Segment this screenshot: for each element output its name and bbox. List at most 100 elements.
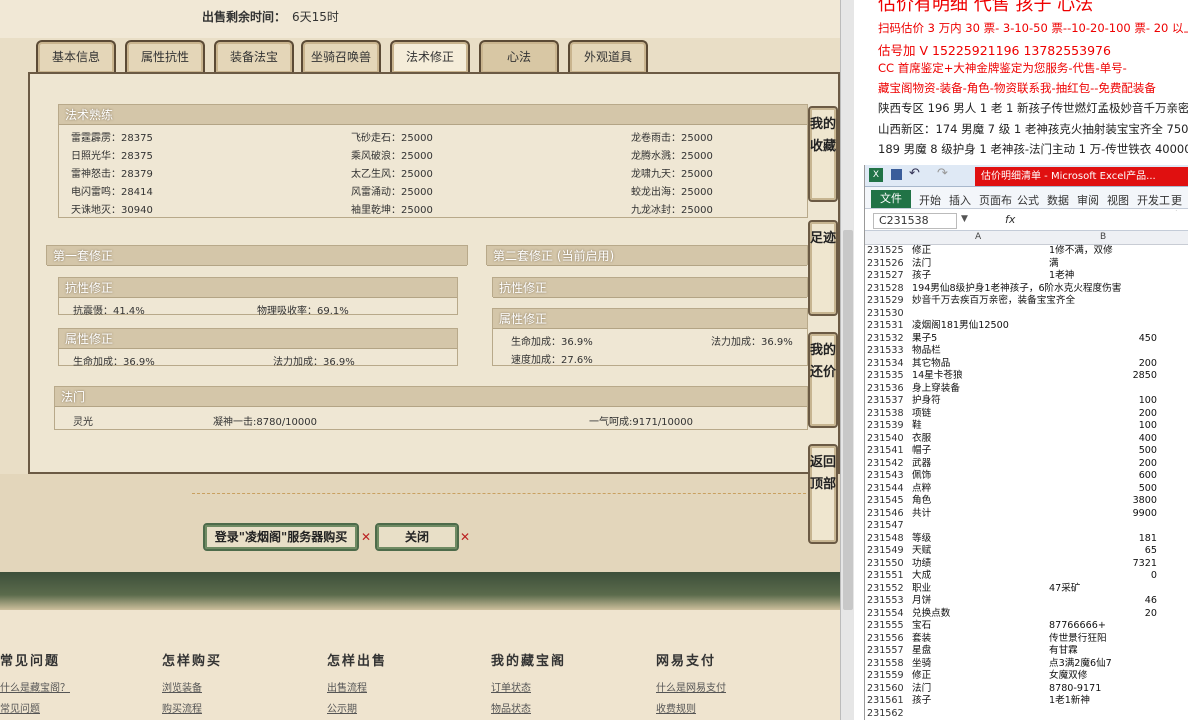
cell-b[interactable]: 1老1新神 <box>1049 695 1157 706</box>
tab-equipment[interactable]: 装备法宝 <box>214 40 294 73</box>
cell-b[interactable]: 87766666+ <box>1049 620 1157 631</box>
footer-link[interactable]: 购买流程 <box>162 700 222 715</box>
row-number[interactable]: 231544 <box>867 483 909 494</box>
cell-b[interactable]: 1修不满，双修 <box>1049 245 1157 256</box>
cell-a[interactable]: 修正 <box>912 670 931 681</box>
ribbon-tab-developer[interactable]: 开发工 <box>1137 192 1170 208</box>
tab-basic-info[interactable]: 基本信息 <box>36 40 116 73</box>
cell-b[interactable]: 181 <box>1049 533 1157 544</box>
row-number[interactable]: 231552 <box>867 583 909 594</box>
cell-a[interactable]: 14星卡苍狼 <box>912 370 963 381</box>
cell-b[interactable]: 20 <box>1049 608 1157 619</box>
fx-icon[interactable]: fx <box>1005 213 1015 226</box>
cell-b[interactable]: 500 <box>1049 483 1157 494</box>
ribbon-tab-page-layout[interactable]: 页面布 <box>979 192 1012 208</box>
cell-a[interactable]: 物品栏 <box>912 345 941 356</box>
my-favorites-button[interactable]: 我的收藏 <box>808 106 838 202</box>
vertical-scrollbar[interactable] <box>840 0 854 720</box>
cell-a[interactable]: 果子5 <box>912 333 937 344</box>
row-number[interactable]: 231528 <box>867 283 909 294</box>
cell-a[interactable]: 凌烟阁181男仙12500 <box>912 320 1009 331</box>
cell-a[interactable]: 角色 <box>912 495 931 506</box>
cell-a[interactable]: 妙音千万去疾百万亲密，装备宝宝齐全 <box>912 295 1075 306</box>
cell-a[interactable]: 身上穿装备 <box>912 383 960 394</box>
cell-a[interactable]: 共计 <box>912 508 931 519</box>
row-number[interactable]: 231546 <box>867 508 909 519</box>
ribbon-tab-view[interactable]: 视图 <box>1107 192 1129 208</box>
row-number[interactable]: 231545 <box>867 495 909 506</box>
ribbon-tab-formulas[interactable]: 公式 <box>1017 192 1039 208</box>
tab-spell-correction[interactable]: 法术修正 <box>390 40 470 73</box>
row-number[interactable]: 231555 <box>867 620 909 631</box>
row-number[interactable]: 231543 <box>867 470 909 481</box>
cell-b[interactable]: 450 <box>1049 333 1157 344</box>
cell-b[interactable]: 有甘霖 <box>1049 645 1157 656</box>
cell-a[interactable]: 等级 <box>912 533 931 544</box>
cell-a[interactable]: 鞋 <box>912 420 922 431</box>
cell-b[interactable]: 9900 <box>1049 508 1157 519</box>
cell-a[interactable]: 宝石 <box>912 620 931 631</box>
cell-a[interactable]: 法门 <box>912 258 931 269</box>
row-number[interactable]: 231561 <box>867 695 909 706</box>
ribbon-tab-home[interactable]: 开始 <box>919 192 941 208</box>
cell-a[interactable]: 兑换点数 <box>912 608 950 619</box>
cell-a[interactable]: 修正 <box>912 245 931 256</box>
row-number[interactable]: 231526 <box>867 258 909 269</box>
close-button[interactable]: 关闭 <box>375 523 459 551</box>
cell-b[interactable]: 100 <box>1049 420 1157 431</box>
row-number[interactable]: 231541 <box>867 445 909 456</box>
cell-b[interactable]: 0 <box>1049 570 1157 581</box>
row-number[interactable]: 231542 <box>867 458 909 469</box>
cell-b[interactable]: 46 <box>1049 595 1157 606</box>
cell-a[interactable]: 孩子 <box>912 695 931 706</box>
cell-a[interactable]: 项链 <box>912 408 931 419</box>
cell-b[interactable]: 500 <box>1049 445 1157 456</box>
my-bargain-button[interactable]: 我的还价 <box>808 332 838 428</box>
footer-link[interactable]: 收费规则 <box>656 700 726 715</box>
cell-a[interactable]: 衣服 <box>912 433 931 444</box>
cell-b[interactable]: 传世景行狂阳 <box>1049 633 1157 644</box>
row-number[interactable]: 231547 <box>867 520 909 531</box>
cell-b[interactable]: 200 <box>1049 358 1157 369</box>
cell-b[interactable]: 8780-9171 <box>1049 683 1157 694</box>
row-number[interactable]: 231540 <box>867 433 909 444</box>
back-to-top-button[interactable]: 返回顶部 <box>808 444 838 544</box>
cell-a[interactable]: 护身符 <box>912 395 941 406</box>
row-number[interactable]: 231532 <box>867 333 909 344</box>
cell-b[interactable]: 47采矿 <box>1049 583 1157 594</box>
file-tab[interactable]: 文件 <box>871 190 911 208</box>
row-number[interactable]: 231558 <box>867 658 909 669</box>
row-number[interactable]: 231551 <box>867 570 909 581</box>
footer-link[interactable]: 出售流程 <box>327 679 387 694</box>
cell-a[interactable]: 佩饰 <box>912 470 931 481</box>
cell-a[interactable]: 194男仙8级护身1老神孩子，6阶水克火程度伤害 <box>912 283 1121 294</box>
cell-b[interactable]: 400 <box>1049 433 1157 444</box>
row-number[interactable]: 231557 <box>867 645 909 656</box>
tab-xinfa[interactable]: 心法 <box>479 40 559 73</box>
cell-a[interactable]: 月饼 <box>912 595 931 606</box>
footer-link[interactable]: 什么是网易支付 <box>656 679 726 694</box>
row-number[interactable]: 231533 <box>867 345 909 356</box>
cell-b[interactable]: 1老神 <box>1049 270 1157 281</box>
cell-a[interactable]: 大成 <box>912 570 931 581</box>
row-number[interactable]: 231527 <box>867 270 909 281</box>
row-number[interactable]: 231531 <box>867 320 909 331</box>
row-number[interactable]: 231534 <box>867 358 909 369</box>
cell-b[interactable]: 7321 <box>1049 558 1157 569</box>
ribbon-tab-review[interactable]: 审阅 <box>1077 192 1099 208</box>
undo-icon[interactable]: ↶ <box>909 166 920 181</box>
col-header-b[interactable]: B <box>1100 232 1106 242</box>
row-number[interactable]: 231562 <box>867 708 909 719</box>
row-number[interactable]: 231530 <box>867 308 909 319</box>
col-header-a[interactable]: A <box>975 232 981 242</box>
cell-a[interactable]: 武器 <box>912 458 931 469</box>
cell-a[interactable]: 星盘 <box>912 645 931 656</box>
tab-mounts-pets[interactable]: 坐骑召唤兽 <box>301 40 381 73</box>
footer-link[interactable]: 什么是藏宝阁？ <box>0 679 70 694</box>
save-icon[interactable] <box>891 169 902 180</box>
row-number[interactable]: 231539 <box>867 420 909 431</box>
cell-b[interactable]: 点3满2魔6仙7 <box>1049 658 1157 669</box>
row-number[interactable]: 231525 <box>867 245 909 256</box>
scrollbar-thumb[interactable] <box>843 230 853 610</box>
row-number[interactable]: 231559 <box>867 670 909 681</box>
